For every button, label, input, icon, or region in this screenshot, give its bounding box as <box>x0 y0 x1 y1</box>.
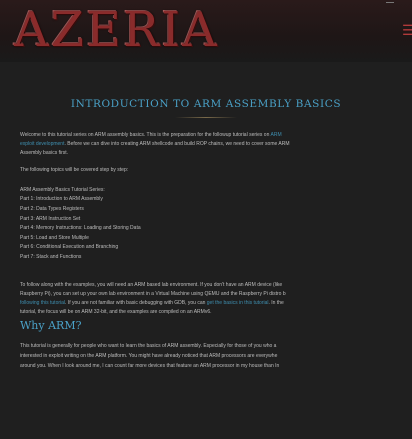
intro-text: . Before we can dive into creating ARM s… <box>64 141 290 147</box>
site-header: AZERIA ☰ <box>0 0 412 62</box>
series-part[interactable]: Part 6: Conditional Execution and Branch… <box>20 243 118 251</box>
env-line-2: Raspberry Pi), you can set up your own l… <box>20 291 286 297</box>
intro-line-1: Welcome to this tutorial series on ARM a… <box>20 131 282 140</box>
intro-line-2: exploit development. Before we can dive … <box>20 140 290 149</box>
site-logo[interactable]: AZERIA <box>14 4 219 56</box>
env-text: . In the <box>268 300 284 306</box>
series-part[interactable]: Part 7: Stack and Functions <box>20 253 81 261</box>
env-line-3: following this tutorial. If you are not … <box>20 299 284 308</box>
section-title-why-arm: Why ARM? <box>20 319 82 332</box>
env-link-tutorial[interactable]: following this tutorial <box>20 300 65 306</box>
why-line-2: interested in exploit writing on the ARM… <box>20 353 278 359</box>
why-line-3: around you. When I look around me, I can… <box>20 363 280 369</box>
intro-line-3: Assembly basics first. <box>20 150 69 156</box>
series-heading: ARM Assembly Basics Tutorial Series: <box>20 187 105 193</box>
intro-text: Welcome to this tutorial series on ARM a… <box>20 132 271 138</box>
env-line-4: tutorial, the focus will be on ARM 32-bi… <box>20 309 212 315</box>
series-part[interactable]: Part 2: Data Types Registers <box>20 205 84 213</box>
series-part[interactable]: Part 4: Memory Instructions: Loading and… <box>20 224 141 232</box>
topics-intro: The following topics will be covered ste… <box>20 167 129 173</box>
env-text: . If you are not familiar with basic deb… <box>65 300 207 306</box>
series-part[interactable]: Part 3: ARM Instruction Set <box>20 215 80 223</box>
page-title: INTRODUCTION TO ARM ASSEMBLY BASICS <box>70 98 342 110</box>
title-divider <box>175 117 237 118</box>
why-line-1: This tutorial is generally for people wh… <box>20 343 277 349</box>
menu-icon[interactable]: ☰ <box>402 24 412 36</box>
divider <box>386 2 394 3</box>
series-part[interactable]: Part 1: Introduction to ARM Assembly <box>20 195 103 203</box>
article-content: INTRODUCTION TO ARM ASSEMBLY BASICS Welc… <box>0 62 412 439</box>
intro-link-arm[interactable]: ARM <box>271 132 282 138</box>
env-line-1: To follow along with the examples, you w… <box>20 282 283 288</box>
series-part[interactable]: Part 5: Load and Store Multiple <box>20 234 89 242</box>
intro-link-exploit[interactable]: exploit development <box>20 141 64 147</box>
env-link-gdb[interactable]: get the basics in this tutorial <box>207 300 269 306</box>
